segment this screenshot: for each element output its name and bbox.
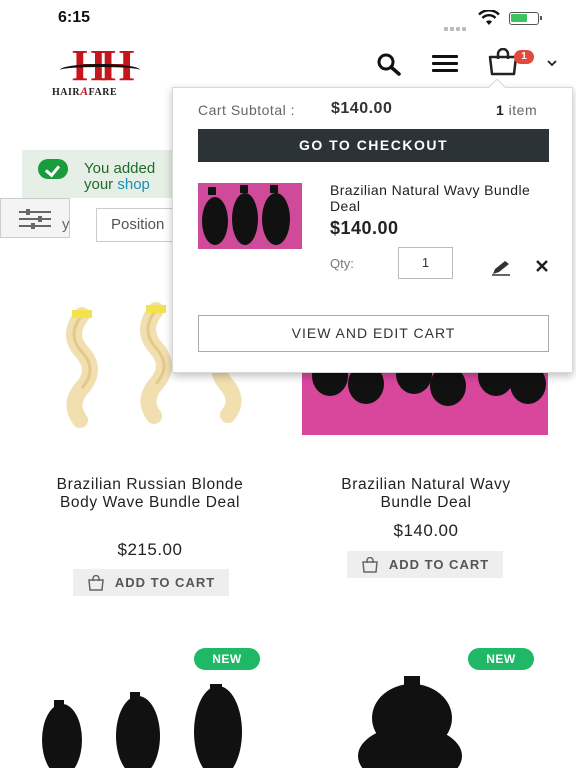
new-badge: NEW [468,648,534,670]
status-bar: 6:15 [0,0,576,38]
cart-item-name[interactable]: Brazilian Natural Wavy Bundle Deal [330,182,555,214]
filter-icon [19,209,51,229]
product-image-natural-wavy[interactable] [302,370,548,435]
item-count: 1 item [496,102,538,118]
subtotal-value: $140.00 [331,100,393,117]
product-price: $215.00 [117,540,183,559]
add-to-cart-label: ADD TO CART [388,557,490,572]
product-title[interactable]: Brazilian Russian Blonde Body Wave Bundl… [40,476,260,512]
add-to-cart-label: ADD TO CART [114,575,216,590]
minicart-dropdown: Cart Subtotal : $140.00 1 item GO TO CHE… [172,78,573,373]
shopping-cart-link[interactable]: shop [117,176,150,193]
cart-item-image[interactable] [198,183,302,249]
bag-icon [362,556,378,573]
message-line1: You added [84,160,156,177]
check-icon [38,159,68,179]
logo-text: HAIRAFARE [52,84,118,98]
logo[interactable]: HH HAIRAFARE [52,40,142,98]
signal-icon [444,18,468,36]
bag-icon [88,574,104,591]
logo-swoosh [60,64,140,76]
qty-label: Qty: [330,256,354,271]
product-image-kinky-curly[interactable] [340,676,490,768]
status-time: 6:15 [58,9,91,26]
subtotal-label: Cart Subtotal : [198,102,295,118]
product-image-deep-curly[interactable] [38,680,268,768]
product-price: $140.00 [393,521,459,540]
sort-label: y [62,216,70,233]
wifi-icon [478,10,500,25]
checkout-button[interactable]: GO TO CHECKOUT [198,129,549,162]
add-to-cart-button[interactable]: ADD TO CART [73,569,229,596]
message-line2: your shop [84,176,150,193]
edit-icon[interactable] [491,260,511,276]
dropdown-arrow [488,78,506,96]
cart-count-badge: 1 [514,50,534,64]
add-to-cart-button[interactable]: ADD TO CART [347,551,503,578]
success-message: You added your shop [22,150,192,198]
battery-icon [509,12,542,25]
qty-input[interactable]: 1 [398,247,453,279]
new-badge: NEW [194,648,260,670]
filter-button[interactable] [0,198,70,238]
close-icon[interactable] [535,259,549,273]
view-edit-cart-button[interactable]: VIEW AND EDIT CART [198,315,549,352]
search-icon[interactable] [376,52,402,76]
menu-icon[interactable] [432,55,458,73]
chevron-down-icon[interactable] [546,58,558,68]
cart-item-price: $140.00 [330,218,399,238]
product-title[interactable]: Brazilian Natural Wavy Bundle Deal [316,476,536,512]
